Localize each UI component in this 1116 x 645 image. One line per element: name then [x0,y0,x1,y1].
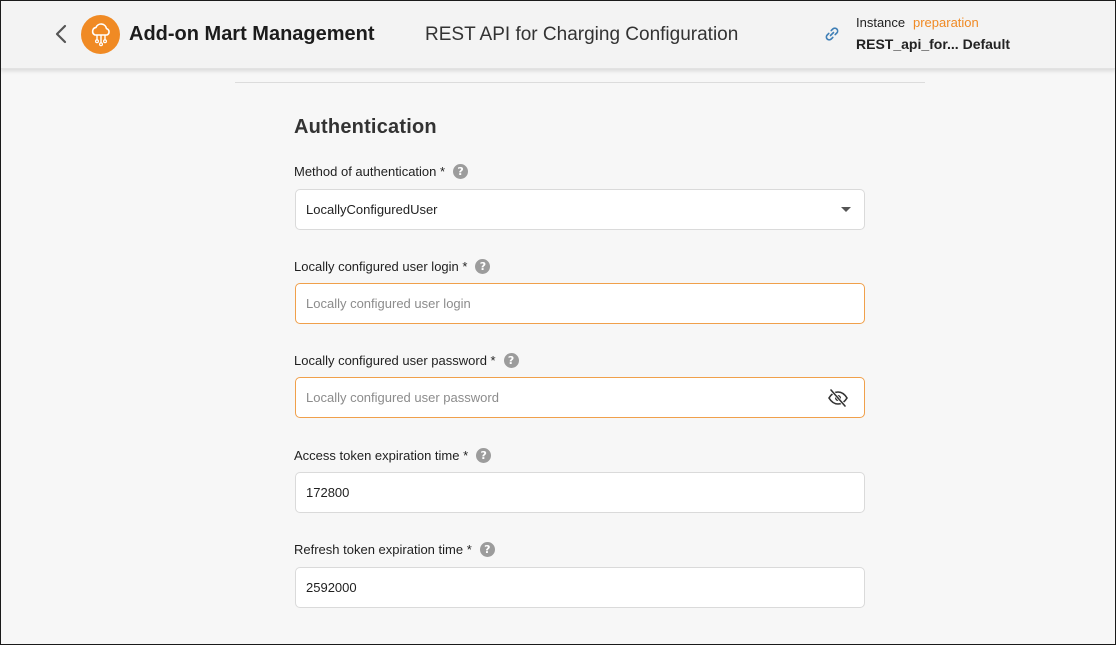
access-token-input[interactable] [306,485,806,500]
app-header: Add-on Mart Management REST API for Char… [0,0,1116,69]
section-title: Authentication [294,116,437,138]
password-label: Locally configured user password * ? [294,353,519,368]
password-field-box [295,377,865,418]
access-token-field-box [295,472,865,513]
refresh-token-label-text: Refresh token expiration time * [294,542,472,557]
app-title: Add-on Mart Management [129,23,375,45]
help-icon[interactable]: ? [476,448,492,463]
chevron-left-icon [55,24,67,44]
instance-name[interactable]: REST_api_for... Default [856,36,1010,52]
login-label: Locally configured user login * ? [294,259,491,274]
refresh-token-label: Refresh token expiration time * ? [294,542,495,557]
cloud-network-icon [91,22,110,46]
caret-down-icon [841,207,851,212]
help-icon[interactable]: ? [503,353,519,368]
method-label-text: Method of authentication * [294,164,446,179]
link-icon[interactable] [822,24,842,44]
method-label: Method of authentication * ? [294,164,469,179]
access-token-label: Access token expiration time * ? [294,448,492,463]
login-label-text: Locally configured user login * [294,259,468,274]
help-icon[interactable]: ? [475,259,491,274]
instance-status: preparation [913,15,979,30]
method-select-value: LocallyConfiguredUser [306,202,438,217]
method-select[interactable]: LocallyConfiguredUser [295,189,865,230]
instance-label: Instance [856,15,906,30]
eye-off-icon[interactable] [827,388,849,408]
access-token-label-text: Access token expiration time * [294,448,469,463]
app-logo [81,15,120,54]
section-divider [235,82,925,83]
refresh-token-input[interactable] [306,580,806,595]
login-field-box [295,283,865,324]
help-icon[interactable]: ? [453,164,469,179]
back-button[interactable] [50,22,72,46]
password-input[interactable] [306,390,806,405]
refresh-token-field-box [295,567,865,608]
login-input[interactable] [306,296,806,311]
help-icon[interactable]: ? [479,542,495,557]
password-label-text: Locally configured user password * [294,353,496,368]
page-subtitle: REST API for Charging Configuration [425,24,739,45]
